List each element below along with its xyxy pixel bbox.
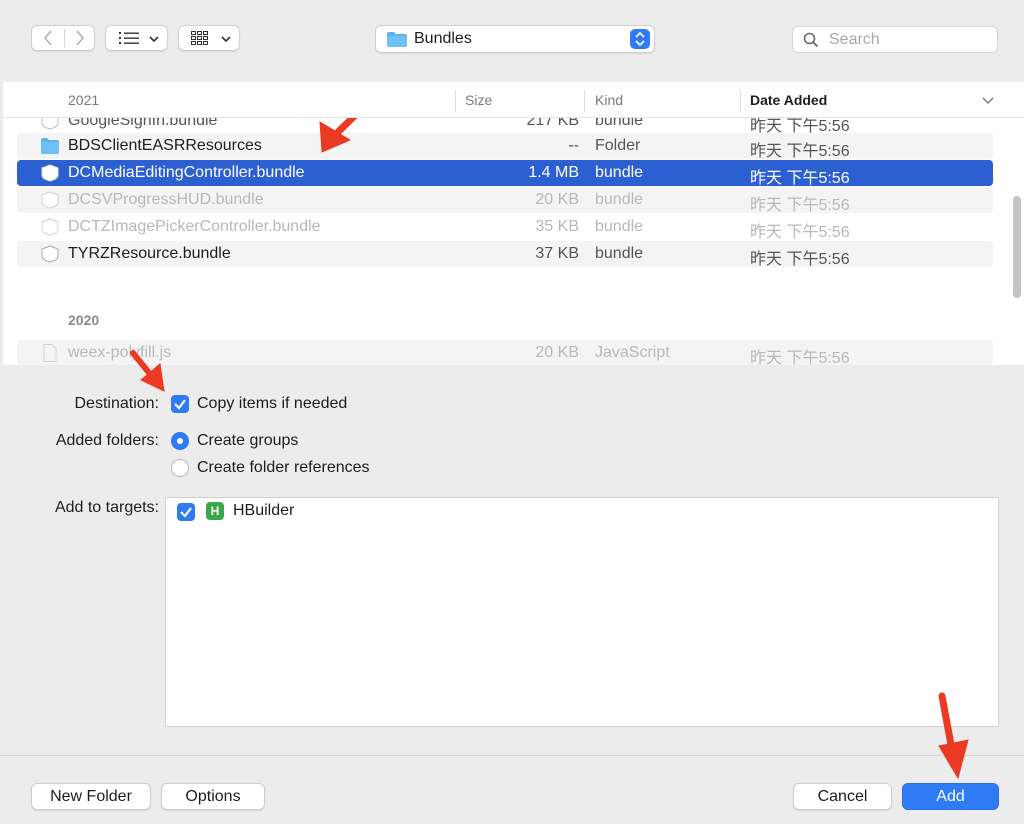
file-kind: bundle [595,245,644,262]
chevron-down-icon [149,36,159,43]
bundle-icon [41,164,59,182]
location-popup[interactable]: Bundles [375,25,655,53]
target-name: HBuilder [233,502,295,519]
file-name: DCTZImagePickerController.bundle [68,218,321,235]
column-header-kind-label: Kind [595,92,624,108]
list-view-menu-button[interactable] [105,25,168,51]
file-size: 20 KB [535,191,579,208]
file-date: 昨天 下午5:56 [750,251,850,268]
hbuilder-app-icon: H [206,502,224,520]
chevron-left-icon [43,30,52,46]
search-field[interactable] [792,26,998,53]
location-label: Bundles [414,30,472,47]
file-date: 昨天 下午5:56 [750,350,850,365]
file-date: 昨天 下午5:56 [750,224,850,241]
bundle-icon [41,191,59,209]
forward-button[interactable] [64,26,96,50]
file-size: 37 KB [535,245,579,262]
stepper-icon [630,29,650,49]
back-button[interactable] [32,26,64,50]
create-folder-references-radio[interactable] [171,459,189,477]
cancel-button[interactable]: Cancel [793,783,892,810]
create-groups-label[interactable]: Create groups [197,432,298,450]
add-button[interactable]: Add [902,783,999,810]
chevron-down-icon [982,97,994,105]
add-to-targets-label: Add to targets: [54,499,159,516]
copy-items-checkbox[interactable] [171,395,189,413]
targets-list: H HBuilder [165,497,999,727]
bundle-icon [41,218,59,236]
column-header-name-label: 2021 [68,92,100,108]
file-row-selected[interactable]: DCMediaEditingController.bundle 1.4 MB b… [17,160,993,187]
column-header-cover: 2021 Size Kind Date Added [3,82,1024,118]
document-icon [43,344,57,362]
file-row[interactable]: TYRZResource.bundle 37 KB bundle 昨天 下午5:… [17,241,993,268]
file-size: -- [568,137,579,154]
destination-label: Destination: [74,395,160,412]
list-icon [119,32,139,44]
bundle-icon [41,245,59,263]
file-size: 1.4 MB [528,164,579,181]
file-name: DCSVProgressHUD.bundle [68,191,264,208]
file-list: 2021 Size Kind Date Added GoogleSignIn.b… [3,82,1024,365]
file-date: 昨天 下午5:56 [750,170,850,187]
column-header-date-label: Date Added [750,92,828,108]
file-name: BDSClientEASRResources [68,137,262,154]
checkmark-icon [174,399,186,410]
file-size: 20 KB [535,344,579,361]
create-folder-references-label[interactable]: Create folder references [197,459,370,477]
file-kind: Folder [595,137,641,154]
hbuilder-target-checkbox[interactable] [177,503,195,521]
file-date: 昨天 下午5:56 [750,197,850,214]
folder-icon [41,138,59,154]
vertical-scrollbar[interactable] [1013,196,1021,298]
copy-items-label[interactable]: Copy items if needed [197,395,347,413]
file-row[interactable]: DCSVProgressHUD.bundle 20 KB bundle 昨天 下… [17,187,993,214]
file-size: 35 KB [535,218,579,235]
create-groups-radio[interactable] [171,432,189,450]
file-kind: bundle [595,164,644,181]
file-kind: JavaScript [595,344,670,361]
search-icon [803,32,819,48]
back-forward-control [31,25,95,51]
chevron-down-icon [221,36,231,43]
grid-icon [191,31,208,45]
added-folders-label: Added folders: [55,432,159,449]
file-kind: bundle [595,218,644,235]
folder-icon [387,32,407,47]
section-header-2020: 2020 [68,312,100,328]
grid-view-menu-button[interactable] [178,25,240,51]
file-kind: bundle [595,191,644,208]
bottom-bar: New Folder Options Cancel Add [0,755,1024,824]
file-name: DCMediaEditingController.bundle [68,164,305,181]
file-date: 昨天 下午5:56 [750,143,850,160]
toolbar: Bundles [0,0,1024,82]
add-files-options: Destination: Copy items if needed Added … [0,365,1024,755]
file-name: weex-polyfill.js [68,344,172,361]
file-name: TYRZResource.bundle [68,245,231,262]
new-folder-button[interactable]: New Folder [31,783,151,810]
column-header-size-label: Size [465,92,493,108]
file-row[interactable]: DCTZImagePickerController.bundle 35 KB b… [17,214,993,241]
checkmark-icon [180,507,192,518]
file-row[interactable]: weex-polyfill.js 20 KB JavaScript 昨天 下午5… [17,340,993,365]
search-input[interactable] [827,30,991,50]
chevron-right-icon [76,30,85,46]
options-button[interactable]: Options [161,783,265,810]
file-row[interactable]: BDSClientEASRResources -- Folder 昨天 下午5:… [17,133,993,160]
